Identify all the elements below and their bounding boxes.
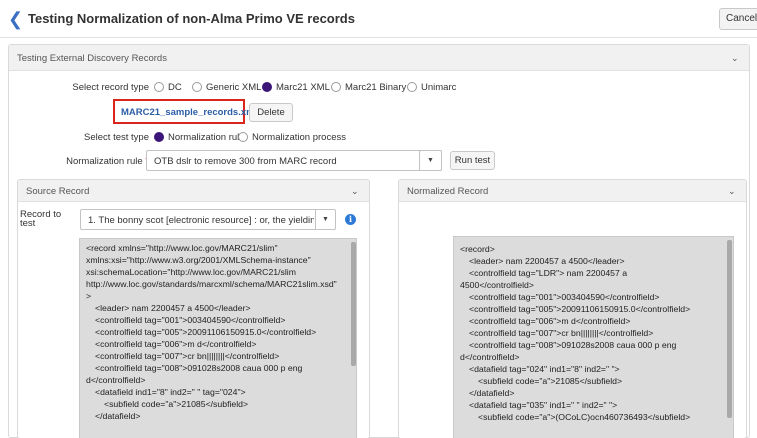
xml-line: <leader> nam 2200457 a 4500</leader> (469, 256, 625, 266)
xml-line: d</controlfield> (86, 375, 146, 385)
source-record-header[interactable]: Source Record ⌄ (18, 180, 369, 202)
xml-line: <controlfield tag="006">m d</controlfiel… (95, 339, 257, 349)
delete-file-button[interactable]: Delete (249, 103, 293, 122)
normalized-scrollbar[interactable] (727, 240, 732, 418)
chevron-down-icon[interactable]: ⌄ (728, 186, 736, 197)
normalized-record-title: Normalized Record (407, 186, 489, 197)
radio-dc[interactable] (154, 82, 164, 92)
page-title: Testing Normalization of non-Alma Primo … (28, 11, 355, 26)
radio-unimarc-label: Unimarc (421, 82, 457, 93)
xml-line: <subfield code="a">(OCoLC)ocn460736493</… (478, 412, 691, 422)
source-record-panel: Source Record ⌄ Record to test 1. The bo… (17, 179, 370, 438)
xml-line: <controlfield tag="LDR"> nam 2200457 a (469, 268, 628, 278)
testing-external-discovery-panel: Testing External Discovery Records ⌄ Sel… (8, 44, 750, 438)
normalization-rule-select[interactable]: OTB dslr to remove 300 from MARC record (146, 150, 442, 171)
record-type-label: Select record type (72, 82, 149, 93)
xml-line: <controlfield tag="008">091028s2008 caua… (95, 363, 303, 373)
normalization-rule-dropdown[interactable]: ▼ (419, 150, 442, 171)
xml-line: <subfield code="a">21085</subfield> (478, 376, 623, 386)
record-to-test-value: 1. The bonny scot [electronic resource] … (88, 215, 314, 226)
xml-line: d</controlfield> (460, 352, 520, 362)
chevron-down-icon[interactable]: ⌄ (731, 53, 739, 64)
radio-dc-label: DC (168, 82, 182, 93)
run-test-button[interactable]: Run test (450, 151, 495, 170)
radio-normalization-process[interactable] (238, 132, 248, 142)
xml-line: > (86, 291, 92, 301)
source-record-xml: <record xmlns="http://www.loc.gov/MARC21… (79, 238, 357, 438)
dropdown-arrow-icon: ▼ (427, 157, 434, 164)
radio-generic-xml[interactable] (192, 82, 202, 92)
xml-line: <subfield code="a">21085</subfield> (104, 399, 249, 409)
radio-marc21-xml[interactable] (262, 82, 272, 92)
xml-line: <datafield ind1="8" ind2=" " tag="024"> (95, 387, 246, 397)
normalization-rule-value: OTB dslr to remove 300 from MARC record (154, 156, 337, 167)
normalized-record-header[interactable]: Normalized Record ⌄ (399, 180, 746, 202)
dropdown-arrow-icon: ▼ (315, 210, 335, 229)
xml-line: <leader> nam 2200457 a 4500</leader> (95, 303, 251, 313)
xml-line: http://www.loc.gov/standards/marcxml/sch… (86, 279, 337, 289)
uploaded-file-highlight: MARC21_sample_records.xml (113, 99, 257, 124)
xml-line: </datafield> (95, 411, 141, 421)
xml-line: <record xmlns="http://www.loc.gov/MARC21… (86, 243, 278, 253)
xml-line: <controlfield tag="008">091028s2008 caua… (469, 340, 677, 350)
xml-line: <record> (460, 244, 495, 254)
radio-marc21-binary-label: Marc21 Binary (345, 82, 407, 93)
uploaded-file-link[interactable]: MARC21_sample_records.xml (121, 107, 257, 118)
info-icon[interactable]: i (345, 214, 356, 225)
cancel-button[interactable]: Cancel (719, 8, 757, 30)
xml-line: <controlfield tag="007">cr bn||||||||</c… (95, 351, 280, 361)
record-to-test-label-2: test (20, 218, 36, 229)
back-chevron-icon[interactable]: ❮ (8, 10, 24, 28)
source-scrollbar[interactable] (351, 242, 356, 366)
radio-normalization-rule[interactable] (154, 132, 164, 142)
normalized-record-panel: Normalized Record ⌄ <record> <leader> na… (398, 179, 747, 438)
xml-line: xmlns:xsi="http://www.w3.org/2001/XMLSch… (86, 255, 311, 265)
xml-line: <datafield tag="035" ind1=" " ind2=" "> (469, 400, 618, 410)
xml-line: <controlfield tag="001">003404590</contr… (95, 315, 286, 325)
xml-line: <controlfield tag="001">003404590</contr… (469, 292, 660, 302)
section-header[interactable]: Testing External Discovery Records ⌄ (9, 45, 749, 71)
radio-marc21-binary[interactable] (331, 82, 341, 92)
xml-line: <controlfield tag="007">cr bn||||||||</c… (469, 328, 654, 338)
xml-line: </datafield> (469, 388, 515, 398)
normalization-rule-label: Normalization rule * (29, 156, 149, 167)
record-to-test-select[interactable]: 1. The bonny scot [electronic resource] … (80, 209, 336, 230)
xml-line: <controlfield tag="005">20091106150915.0… (95, 327, 317, 337)
chevron-down-icon[interactable]: ⌄ (351, 186, 359, 197)
section-title: Testing External Discovery Records (17, 53, 167, 64)
source-record-title: Source Record (26, 186, 90, 197)
normalization-rule-label-text: Normalization rule (66, 156, 143, 167)
radio-marc21-xml-label: Marc21 XML (276, 82, 330, 93)
normalized-record-xml: <record> <leader> nam 2200457 a 4500</le… (453, 236, 734, 438)
radio-unimarc[interactable] (407, 82, 417, 92)
xml-line: xsi:schemaLocation="http://www.loc.gov/M… (86, 267, 296, 277)
xml-line: <datafield tag="024" ind1="8" ind2=" "> (469, 364, 620, 374)
radio-generic-xml-label: Generic XML (206, 82, 262, 93)
xml-line: 4500</controlfield> (460, 280, 534, 290)
page-header: ❮ Testing Normalization of non-Alma Prim… (0, 0, 757, 38)
radio-normalization-rule-label: Normalization rule (168, 132, 245, 143)
xml-line: <controlfield tag="006">m d</controlfiel… (469, 316, 631, 326)
test-type-label: Select test type (84, 132, 149, 143)
xml-line: <controlfield tag="005">20091106150915.0… (469, 304, 691, 314)
radio-normalization-process-label: Normalization process (252, 132, 346, 143)
